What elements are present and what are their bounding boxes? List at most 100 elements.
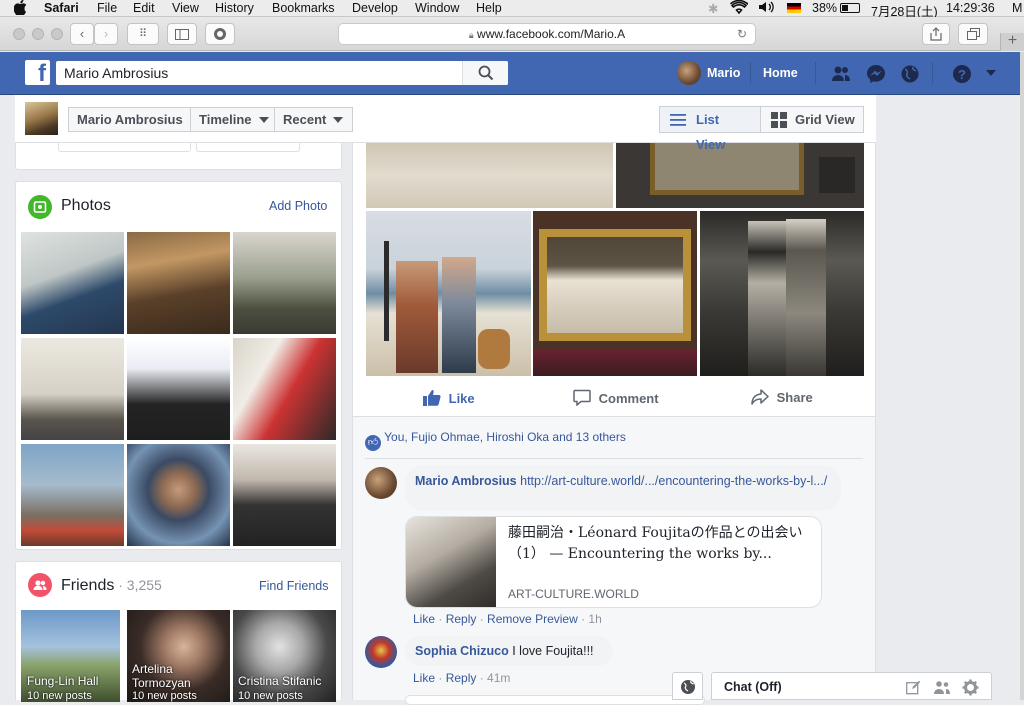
tabs-overview-button[interactable]: [958, 23, 988, 45]
menu-develop[interactable]: Develop: [352, 1, 398, 15]
comment-link[interactable]: http://art-culture.world/.../encounterin…: [520, 474, 827, 488]
chat-bar[interactable]: Chat (Off): [711, 672, 992, 700]
menu-edit[interactable]: Edit: [133, 1, 155, 15]
comment-author[interactable]: Mario Ambrosius: [415, 474, 517, 488]
commenter-avatar[interactable]: [365, 636, 397, 668]
profile-name-link[interactable]: Mario: [707, 66, 740, 80]
create-group-icon[interactable]: [933, 680, 951, 695]
photo-thumbnail[interactable]: [21, 444, 124, 546]
friends-title-text[interactable]: Friends: [61, 577, 114, 594]
friends-title[interactable]: Friends · 3,255: [61, 577, 162, 595]
comment-time[interactable]: 1h: [588, 612, 601, 626]
top-sites-button[interactable]: ⠿: [127, 23, 159, 45]
window-scrollbar-area[interactable]: [1020, 52, 1024, 700]
friend-name[interactable]: Fung-Lin Hall: [27, 674, 98, 688]
profile-thumbnail[interactable]: [25, 102, 58, 135]
photo-thumbnail[interactable]: [21, 232, 124, 334]
apple-icon[interactable]: [13, 0, 27, 18]
profile-name-button[interactable]: Mario Ambrosius: [68, 107, 192, 132]
wifi-icon[interactable]: [729, 0, 750, 17]
friend-name[interactable]: Cristina Stifanic: [238, 674, 321, 688]
menu-window[interactable]: Window: [415, 1, 459, 15]
bluetooth-icon[interactable]: ✱: [708, 1, 718, 16]
search-input[interactable]: Mario Ambrosius: [56, 61, 508, 85]
account-menu-caret-icon[interactable]: [985, 68, 997, 78]
chat-globe-button[interactable]: [672, 672, 703, 700]
home-link[interactable]: Home: [763, 66, 798, 80]
german-flag-icon[interactable]: [787, 3, 801, 13]
comment-button[interactable]: Comment: [573, 389, 659, 407]
friend-requests-icon[interactable]: [831, 64, 851, 84]
chat-status-label[interactable]: Chat (Off): [724, 680, 782, 694]
commenter-avatar[interactable]: [365, 467, 397, 499]
add-photo-link[interactable]: Add Photo: [269, 199, 327, 213]
menu-history[interactable]: History: [215, 1, 254, 15]
friend-name[interactable]: Artelina Tormozyan: [132, 662, 227, 690]
chat-settings-gear-icon[interactable]: [962, 679, 979, 696]
messenger-icon[interactable]: [866, 64, 886, 84]
profile-avatar[interactable]: [677, 61, 701, 85]
notifications-globe-icon[interactable]: [900, 64, 920, 84]
photo-thumbnail[interactable]: [127, 232, 230, 334]
extension-button[interactable]: [205, 23, 235, 45]
share-button[interactable]: [922, 23, 950, 45]
facebook-logo[interactable]: f: [25, 60, 50, 85]
recent-dropdown[interactable]: Recent: [274, 107, 354, 132]
photo-thumbnail[interactable]: [21, 338, 124, 440]
post-image[interactable]: [533, 211, 697, 376]
forward-button[interactable]: ›: [94, 23, 118, 45]
window-minimize-button[interactable]: [32, 28, 44, 40]
comment-time[interactable]: 41m: [487, 671, 510, 685]
volume-icon[interactable]: [758, 0, 776, 17]
photos-title[interactable]: Photos: [61, 197, 111, 215]
menu-bookmarks[interactable]: Bookmarks: [272, 1, 335, 15]
photo-thumbnail[interactable]: [127, 338, 230, 440]
comment-author[interactable]: Sophia Chizuco: [415, 644, 509, 658]
menu-view[interactable]: View: [172, 1, 199, 15]
help-icon[interactable]: ?: [952, 64, 972, 84]
menubar-user[interactable]: M: [1012, 1, 1022, 15]
photo-thumbnail[interactable]: [233, 444, 336, 546]
new-message-icon[interactable]: [906, 680, 921, 695]
photo-thumbnail[interactable]: [233, 232, 336, 334]
remove-preview-link[interactable]: Remove Preview: [487, 612, 578, 626]
grid-view-button[interactable]: Grid View: [760, 106, 864, 133]
list-view-button[interactable]: List View: [659, 106, 761, 152]
comment-reply-link[interactable]: Reply: [446, 612, 477, 626]
address-bar[interactable]: 🔒︎ www.facebook.com/Mario.A ↻: [338, 23, 756, 45]
timeline-dropdown[interactable]: Timeline: [190, 107, 279, 132]
post-image[interactable]: [366, 211, 531, 376]
sidebar-toggle-button[interactable]: [167, 23, 197, 45]
link-preview-title[interactable]: 藤田嗣治・Léonard Foujitaの作品との出会い（1） — Encoun…: [508, 523, 813, 565]
share-icon: [930, 27, 942, 41]
comment-like-link[interactable]: Like: [413, 671, 435, 685]
photo-thumbnail[interactable]: [233, 338, 336, 440]
comment-like-link[interactable]: Like: [413, 612, 435, 626]
window-zoom-button[interactable]: [51, 28, 63, 40]
window-close-button[interactable]: [13, 28, 25, 40]
list-icon: [670, 114, 686, 126]
timeline-nav-bar: Mario Ambrosius Timeline Recent List Vie…: [15, 95, 876, 152]
friend-tile[interactable]: Cristina Stifanic 10 new posts: [233, 610, 336, 702]
comment-reply-link[interactable]: Reply: [446, 671, 477, 685]
search-button[interactable]: [462, 61, 508, 85]
back-button[interactable]: ‹: [70, 23, 94, 45]
menu-safari[interactable]: Safari: [44, 1, 79, 15]
battery-icon[interactable]: [840, 3, 860, 13]
reactions-summary[interactable]: 👍︎ You, Fujio Ohmae, Hiroshi Oka and 13 …: [365, 430, 626, 451]
like-button[interactable]: Like: [423, 389, 475, 406]
menubar-time[interactable]: 14:29:36: [946, 1, 995, 15]
post-image[interactable]: [366, 143, 613, 208]
reload-icon[interactable]: ↻: [737, 24, 747, 45]
post-image[interactable]: [616, 143, 864, 208]
friend-tile[interactable]: Fung-Lin Hall 10 new posts: [21, 610, 120, 702]
menu-help[interactable]: Help: [476, 1, 502, 15]
friend-tile[interactable]: Artelina Tormozyan 10 new posts: [127, 610, 230, 702]
new-tab-button[interactable]: +: [1000, 33, 1024, 51]
post-image[interactable]: [700, 211, 864, 376]
link-preview-card[interactable]: 藤田嗣治・Léonard Foujitaの作品との出会い（1） — Encoun…: [405, 516, 822, 608]
find-friends-link[interactable]: Find Friends: [259, 579, 328, 593]
menu-file[interactable]: File: [97, 1, 117, 15]
share-post-button[interactable]: Share: [751, 389, 813, 405]
photo-thumbnail[interactable]: [127, 444, 230, 546]
